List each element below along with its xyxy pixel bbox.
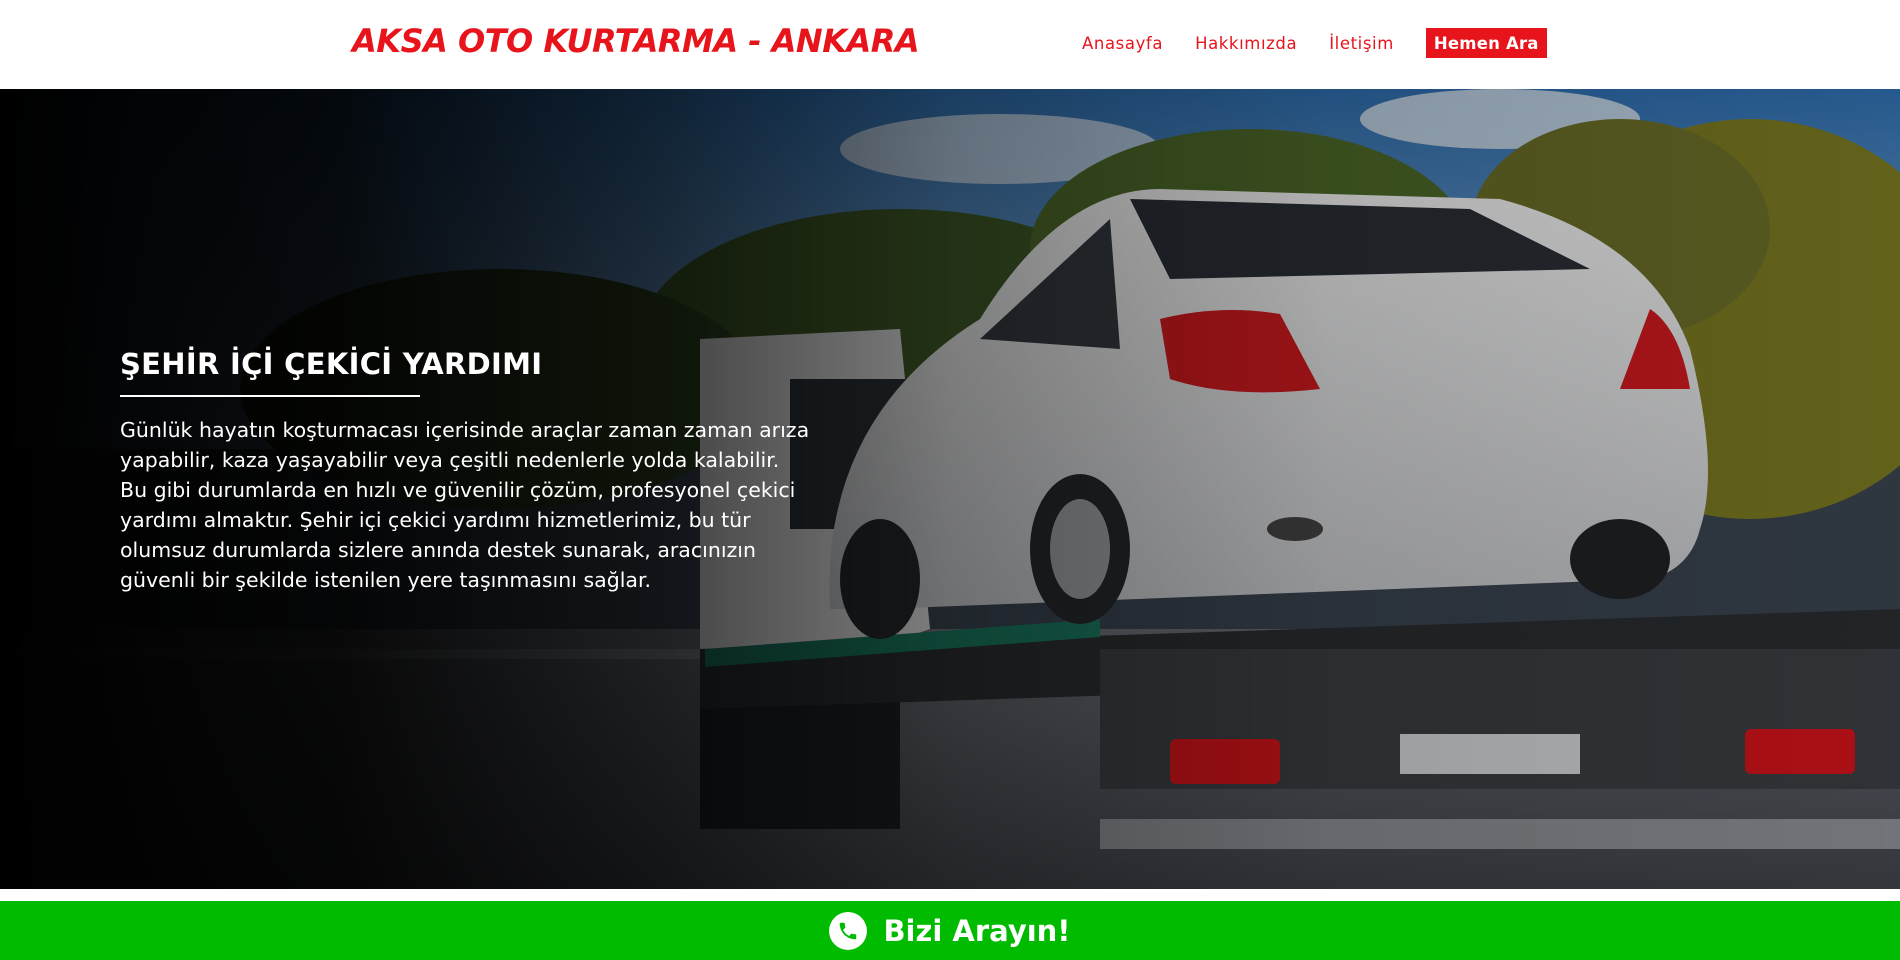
site-header: AKSA OTO KURTARMA - ANKARA Anasayfa Hakk… bbox=[0, 0, 1900, 89]
nav-about-link[interactable]: Hakkımızda bbox=[1195, 34, 1297, 53]
hero-text-block: ŞEHİR İÇİ ÇEKİCİ YARDIMI Günlük hayatın … bbox=[120, 347, 820, 595]
site-logo[interactable]: AKSA OTO KURTARMA - ANKARA bbox=[352, 22, 920, 60]
main-nav: Anasayfa Hakkımızda İletişim Hemen Ara bbox=[1082, 28, 1547, 58]
hero-section: ŞEHİR İÇİ ÇEKİCİ YARDIMI Günlük hayatın … bbox=[0, 89, 1900, 889]
call-us-bar[interactable]: Bizi Arayın! bbox=[0, 901, 1900, 960]
call-now-button[interactable]: Hemen Ara bbox=[1425, 28, 1547, 58]
call-us-label: Bizi Arayın! bbox=[883, 913, 1071, 948]
phone-icon bbox=[829, 911, 868, 950]
nav-contact-link[interactable]: İletişim bbox=[1329, 34, 1394, 53]
hero-title: ŞEHİR İÇİ ÇEKİCİ YARDIMI bbox=[120, 347, 543, 381]
hero-description: Günlük hayatın koşturmacası içerisinde a… bbox=[120, 418, 810, 592]
nav-home-link[interactable]: Anasayfa bbox=[1082, 34, 1163, 53]
hero-title-underline bbox=[120, 395, 420, 397]
